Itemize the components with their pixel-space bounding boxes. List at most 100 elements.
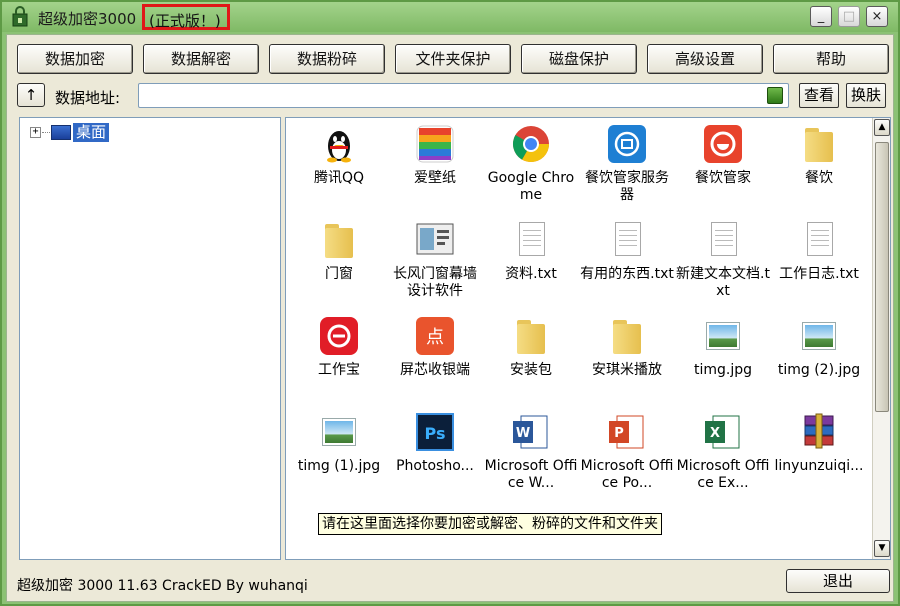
file-item[interactable]: linyunzuiqi... xyxy=(771,412,867,475)
window-title: 超级加密3000 xyxy=(38,10,137,28)
scroll-up-icon[interactable]: ▲ xyxy=(874,119,890,136)
file-item-label: 长风门窗幕墙设计软件 xyxy=(393,266,477,299)
file-item[interactable]: timg (2).jpg xyxy=(771,316,867,379)
file-item-label: Microsoft Office Po... xyxy=(580,458,674,491)
view-button[interactable]: 查看 xyxy=(799,83,839,108)
file-item[interactable]: 餐饮 xyxy=(771,124,867,187)
file-item[interactable]: Google Chrome xyxy=(483,124,579,204)
vertical-scrollbar[interactable]: ▲ ▼ xyxy=(872,118,890,559)
svg-text:X: X xyxy=(710,426,720,441)
file-item[interactable]: 餐饮管家服务器 xyxy=(579,124,675,204)
file-item[interactable]: timg (1).jpg xyxy=(291,412,387,475)
app-lock-icon xyxy=(12,6,28,27)
client-area: 数据加密 数据解密 数据粉碎 文件夹保护 磁盘保护 高级设置 帮助 ↑ 数据地址… xyxy=(6,34,894,602)
edition-label: (正式版！) xyxy=(142,4,230,30)
file-item-label: 工作宝 xyxy=(318,362,360,378)
tree-connector xyxy=(42,132,50,133)
decrypt-button[interactable]: 数据解密 xyxy=(143,44,259,74)
address-input[interactable] xyxy=(138,83,789,108)
file-item-label: 安装包 xyxy=(510,362,552,378)
file-item[interactable]: 爱壁纸 xyxy=(387,124,483,187)
file-item[interactable]: 安琪米播放 xyxy=(579,316,675,379)
file-item[interactable]: timg.jpg xyxy=(675,316,771,379)
exit-button[interactable]: 退出 xyxy=(786,569,890,593)
file-item-label: Microsoft Office Ex... xyxy=(676,458,770,491)
change-skin-button[interactable]: 换肤 xyxy=(846,83,886,108)
folder-icon xyxy=(511,316,551,356)
address-status-icon xyxy=(767,87,783,104)
file-item[interactable]: 点屏芯收银端 xyxy=(387,316,483,379)
file-item[interactable]: 餐饮管家 xyxy=(675,124,771,187)
file-item[interactable]: 安装包 xyxy=(483,316,579,379)
file-item[interactable]: X Microsoft Office Ex... xyxy=(675,412,771,492)
winrar-icon xyxy=(799,412,839,452)
file-item-label: 餐饮管家 xyxy=(695,170,751,186)
file-item-label: Google Chrome xyxy=(487,170,575,203)
file-item-label: 腾讯QQ xyxy=(313,170,365,186)
up-directory-button[interactable]: ↑ xyxy=(17,83,45,107)
text-file-icon xyxy=(703,220,743,260)
folder-icon xyxy=(319,220,359,260)
file-item[interactable]: 腾讯QQ xyxy=(291,124,387,187)
file-item-label: 餐饮管家服务器 xyxy=(585,170,669,203)
qq-penguin-icon xyxy=(319,124,359,164)
tree-expand-icon[interactable]: + xyxy=(30,127,41,138)
desktop-icon xyxy=(51,125,71,140)
scroll-down-icon[interactable]: ▼ xyxy=(874,540,890,557)
powerpoint-icon: P xyxy=(607,412,647,452)
file-item-label: 屏芯收银端 xyxy=(400,362,470,378)
file-item[interactable]: 资料.txt xyxy=(483,220,579,283)
minimize-button[interactable]: _ xyxy=(810,6,832,27)
cashier-icon: 点 xyxy=(415,316,455,356)
maximize-button[interactable]: □ xyxy=(838,6,860,27)
scroll-thumb[interactable] xyxy=(875,142,889,412)
file-item-label: 工作日志.txt xyxy=(779,266,859,282)
title-bar[interactable]: 超级加密3000 (正式版！) _ □ × xyxy=(2,2,898,32)
svg-text:点: 点 xyxy=(426,327,444,348)
file-item-label: linyunzuiqi... xyxy=(774,458,864,474)
address-label: 数据地址: xyxy=(55,89,121,107)
wallpaper-app-icon xyxy=(415,124,455,164)
status-text: 超级加密 3000 11.63 CrackED By wuhanqi xyxy=(17,578,308,594)
file-item-label: timg (1).jpg xyxy=(297,458,381,474)
encrypt-button[interactable]: 数据加密 xyxy=(17,44,133,74)
close-button[interactable]: × xyxy=(866,6,888,27)
folder-icon xyxy=(607,316,647,356)
word-icon: W xyxy=(511,412,551,452)
image-file-icon xyxy=(319,412,359,452)
svg-text:P: P xyxy=(614,426,624,441)
file-item[interactable]: 工作宝 xyxy=(291,316,387,379)
file-item[interactable]: Ps Photosho... xyxy=(387,412,483,475)
svg-text:Ps: Ps xyxy=(425,424,446,443)
svg-text:W: W xyxy=(516,426,530,441)
shred-button[interactable]: 数据粉碎 xyxy=(269,44,385,74)
file-item[interactable]: 门窗 xyxy=(291,220,387,283)
tree-item-desktop[interactable]: 桌面 xyxy=(73,123,110,142)
file-item-label: 安琪米播放 xyxy=(592,362,662,378)
file-item-label: 有用的东西.txt xyxy=(580,266,674,282)
file-item[interactable]: 工作日志.txt xyxy=(771,220,867,283)
file-item-label: timg (2).jpg xyxy=(777,362,861,378)
advanced-settings-button[interactable]: 高级设置 xyxy=(647,44,763,74)
file-item-label: 爱壁纸 xyxy=(414,170,456,186)
hint-tooltip: 请在这里面选择你要加密或解密、粉碎的文件和文件夹 xyxy=(318,513,662,535)
file-item[interactable]: P Microsoft Office Po... xyxy=(579,412,675,492)
file-item[interactable]: W Microsoft Office W... xyxy=(483,412,579,492)
file-list[interactable]: 腾讯QQ 爱壁纸 Google Chrome 餐饮管家服务器 餐饮管家 餐饮门窗 长风门窗幕… xyxy=(285,117,891,560)
photoshop-icon: Ps xyxy=(415,412,455,452)
disk-protect-button[interactable]: 磁盘保护 xyxy=(521,44,637,74)
file-item-label: timg.jpg xyxy=(693,362,753,378)
catering-server-icon xyxy=(607,124,647,164)
file-item[interactable]: 长风门窗幕墙设计软件 xyxy=(387,220,483,300)
excel-icon: X xyxy=(703,412,743,452)
chrome-icon xyxy=(511,124,551,164)
folder-protect-button[interactable]: 文件夹保护 xyxy=(395,44,511,74)
folder-tree[interactable]: + 桌面 xyxy=(19,117,281,560)
file-item[interactable]: 新建文本文档.txt xyxy=(675,220,771,300)
file-item[interactable]: 有用的东西.txt xyxy=(579,220,675,283)
help-button[interactable]: 帮助 xyxy=(773,44,889,74)
design-software-icon xyxy=(415,220,455,260)
text-file-icon xyxy=(511,220,551,260)
workbao-icon xyxy=(319,316,359,356)
file-item-label: Microsoft Office W... xyxy=(484,458,578,491)
